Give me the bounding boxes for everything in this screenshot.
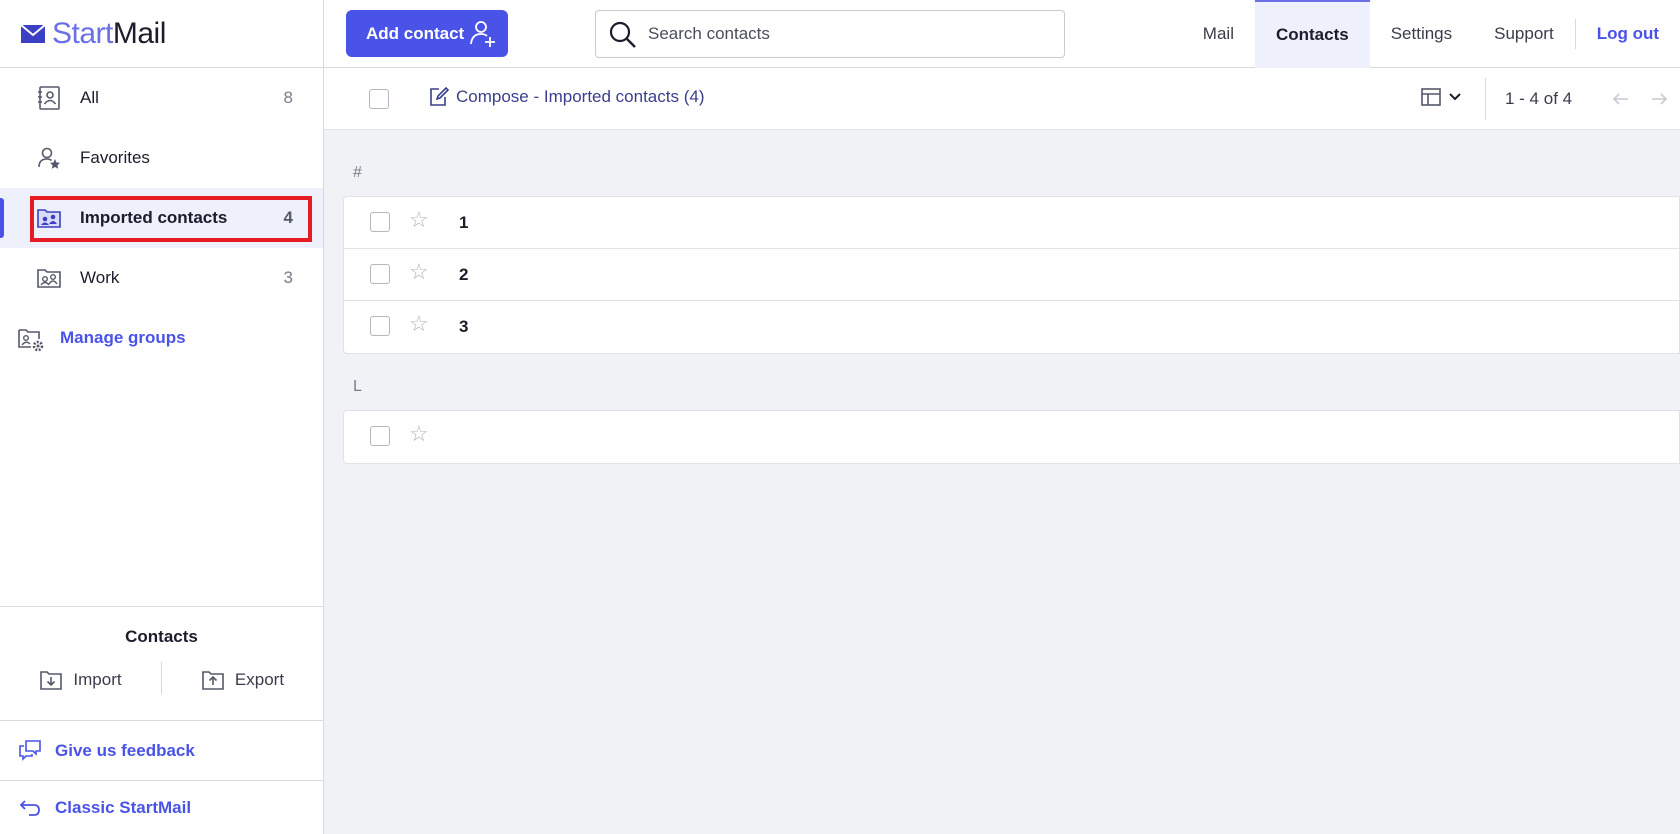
sidebar-footer: Contacts Import Export Give us feedback …	[0, 606, 323, 834]
classic-startmail-link[interactable]: Classic StartMail	[0, 780, 323, 834]
manage-groups-link[interactable]: Manage groups	[0, 308, 323, 368]
row-checkbox[interactable]	[370, 426, 390, 446]
export-icon	[202, 670, 224, 690]
sidebar-item-count: 3	[283, 268, 293, 287]
sidebar-item-imported-contacts[interactable]: Imported contacts 4	[0, 188, 323, 248]
layout-icon	[1421, 88, 1441, 106]
sidebar-item-label: All	[80, 88, 99, 107]
classic-label: Classic StartMail	[55, 797, 192, 817]
contact-name: 1	[459, 213, 469, 232]
contact-row[interactable]: ☆ 3	[344, 301, 1679, 353]
layout-toggle-button[interactable]	[1420, 86, 1462, 108]
contact-list: # ☆ 1 ☆ 2 ☆ 3 L ☆	[343, 130, 1680, 464]
feedback-chat-icon	[19, 740, 41, 761]
sidebar: StartMail All 8 Favorites Imported conta…	[0, 0, 324, 834]
import-icon	[40, 670, 63, 690]
contact-name: 2	[459, 265, 469, 284]
sidebar-item-work[interactable]: Work 3	[0, 248, 323, 308]
nav-settings[interactable]: Settings	[1370, 0, 1473, 68]
chevron-down-icon	[1449, 93, 1461, 101]
feedback-link[interactable]: Give us feedback	[0, 720, 323, 780]
sidebar-item-favorites[interactable]: Favorites	[0, 128, 323, 188]
contact-name: 3	[459, 317, 469, 336]
search-box[interactable]	[595, 10, 1065, 58]
logo-mail-text: Mail	[112, 16, 167, 50]
list-toolbar: Compose - Imported contacts (4) 1 - 4 of…	[324, 68, 1680, 130]
contacts-import-export: Contacts Import Export	[0, 606, 323, 720]
add-contact-button[interactable]: Add contact	[346, 10, 508, 57]
sidebar-item-label: Imported contacts	[80, 208, 228, 227]
manage-groups-icon	[18, 329, 44, 352]
logo-start-text: Start	[52, 16, 113, 50]
sidebar-item-all[interactable]: All 8	[0, 68, 323, 128]
star-icon[interactable]: ☆	[409, 261, 429, 283]
nav-mail[interactable]: Mail	[1182, 0, 1255, 68]
divider	[1485, 78, 1486, 120]
row-checkbox[interactable]	[370, 264, 390, 284]
favorite-contact-icon	[38, 147, 60, 169]
select-all-checkbox[interactable]	[369, 89, 389, 109]
contact-card-group: ☆ 1 ☆ 2 ☆ 3	[343, 196, 1680, 354]
sidebar-item-label: Favorites	[80, 148, 150, 167]
group-list: All 8 Favorites Imported contacts 4 Work…	[0, 68, 323, 368]
compose-icon	[430, 86, 450, 106]
return-arrow-icon	[19, 800, 40, 816]
add-contact-label: Add contact	[366, 23, 465, 43]
row-checkbox[interactable]	[370, 316, 390, 336]
contact-row[interactable]: ☆ 1	[344, 197, 1679, 249]
export-button[interactable]: Export	[162, 665, 323, 694]
contact-row[interactable]: ☆	[344, 411, 1679, 463]
star-icon[interactable]: ☆	[409, 313, 429, 335]
import-button[interactable]: Import	[0, 665, 161, 694]
add-person-icon	[470, 21, 495, 47]
sidebar-item-label: Work	[80, 268, 120, 287]
pagination-text: 1 - 4 of 4	[1505, 89, 1573, 108]
compose-label: Compose - Imported contacts (4)	[456, 87, 705, 106]
contact-row[interactable]: ☆ 2	[344, 249, 1679, 301]
row-checkbox[interactable]	[370, 212, 390, 232]
sidebar-item-count: 8	[283, 88, 293, 107]
sidebar-item-count: 4	[283, 208, 293, 227]
contacts-section-title: Contacts	[125, 627, 198, 646]
star-icon[interactable]: ☆	[409, 423, 429, 445]
main-nav: Mail Contacts Settings Support Log out	[1182, 0, 1680, 68]
folder-contacts-icon	[37, 269, 61, 288]
import-label: Import	[73, 669, 122, 689]
section-letter: #	[353, 164, 362, 181]
manage-groups-label: Manage groups	[60, 328, 186, 347]
logout-button[interactable]: Log out	[1576, 0, 1680, 68]
search-input[interactable]	[648, 24, 1064, 44]
star-icon[interactable]: ☆	[409, 209, 429, 231]
section-letter: L	[353, 378, 362, 395]
envelope-logo-icon	[20, 23, 46, 43]
nav-contacts[interactable]: Contacts	[1254, 0, 1370, 68]
export-label: Export	[234, 669, 285, 689]
next-page-arrow-icon[interactable]	[1648, 88, 1670, 110]
feedback-label: Give us feedback	[55, 740, 195, 760]
folder-contacts-icon	[37, 209, 61, 228]
top-bar: Add contact Mail Contacts Settings Suppo…	[324, 0, 1680, 68]
contact-book-icon	[38, 86, 60, 110]
compose-group-button[interactable]: Compose - Imported contacts (4)	[428, 86, 704, 108]
previous-page-arrow-icon[interactable]	[1610, 88, 1632, 110]
search-icon	[609, 21, 636, 48]
contact-card-group: ☆	[343, 410, 1680, 464]
logo[interactable]: StartMail	[0, 0, 323, 68]
nav-support[interactable]: Support	[1473, 0, 1575, 68]
active-indicator	[0, 198, 4, 238]
